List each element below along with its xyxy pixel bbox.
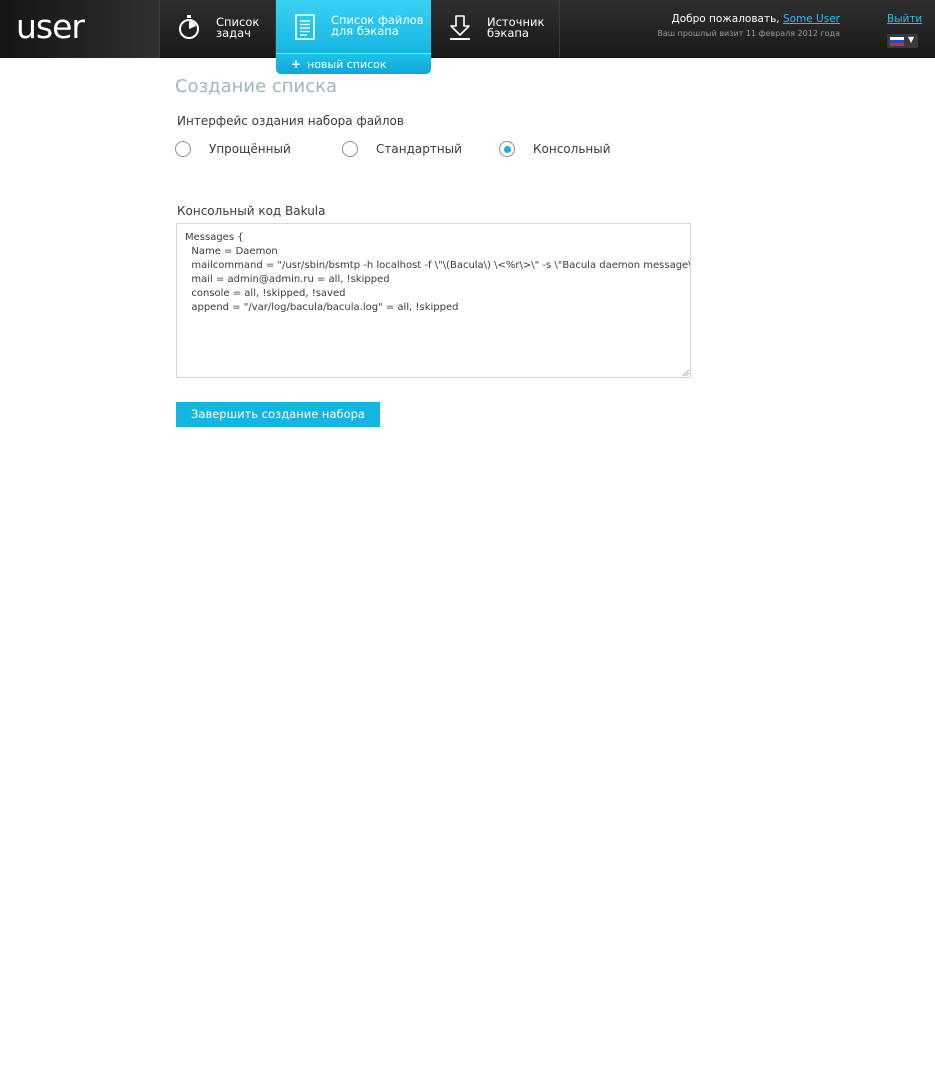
logo[interactable]: user (0, 0, 160, 58)
radio-standard-circle[interactable] (342, 141, 358, 157)
new-list-label: новый список (307, 58, 387, 71)
nav-backup-source-label-2: бэкапа (487, 26, 529, 40)
resize-handle-icon[interactable] (682, 369, 690, 377)
download-icon (450, 15, 470, 40)
console-code-textarea[interactable]: Messages { Name = Daemon mailcommand = "… (176, 223, 691, 378)
plus-icon: + (291, 57, 302, 71)
russian-flag-icon (890, 37, 904, 46)
nav-tasks[interactable]: Список задач (160, 0, 276, 58)
logout-link[interactable]: Выйти (887, 13, 922, 25)
logo-text: user (16, 7, 85, 46)
new-list-button[interactable]: + новый список (276, 53, 431, 74)
top-header: user Список задач Список файлов для бэка… (0, 0, 935, 58)
stopwatch-icon (179, 15, 199, 39)
console-code-label: Консольный код Bakula (177, 204, 326, 218)
nav-backup-files-label-2: для бэкапа (331, 24, 399, 38)
document-list-icon (295, 14, 315, 40)
page-title: Создание списка (175, 76, 338, 97)
radio-console-circle[interactable] (499, 141, 515, 157)
welcome-text: Добро пожаловать, (671, 13, 783, 25)
radio-console-label: Консольный (533, 142, 611, 156)
chevron-down-icon: ▼ (908, 35, 915, 44)
welcome-message: Добро пожаловать, Some User (671, 13, 840, 25)
radio-simplified-label: Упрощённый (209, 142, 291, 156)
user-name-link[interactable]: Some User (783, 13, 840, 25)
nav-backup-source[interactable]: Источник бэкапа (431, 0, 560, 58)
language-selector[interactable]: ▼ (887, 34, 918, 48)
nav-backup-files[interactable]: Список файлов для бэкапа (276, 0, 431, 58)
finish-creation-button[interactable]: Завершить создание набора (176, 402, 380, 427)
interface-label: Интерфейс оздания набора файлов (177, 114, 404, 128)
radio-simplified-circle[interactable] (175, 141, 191, 157)
radio-standard-label: Стандартный (376, 142, 462, 156)
last-visit-text: Ваш прошлый визит 11 февраля 2012 года (657, 29, 840, 38)
